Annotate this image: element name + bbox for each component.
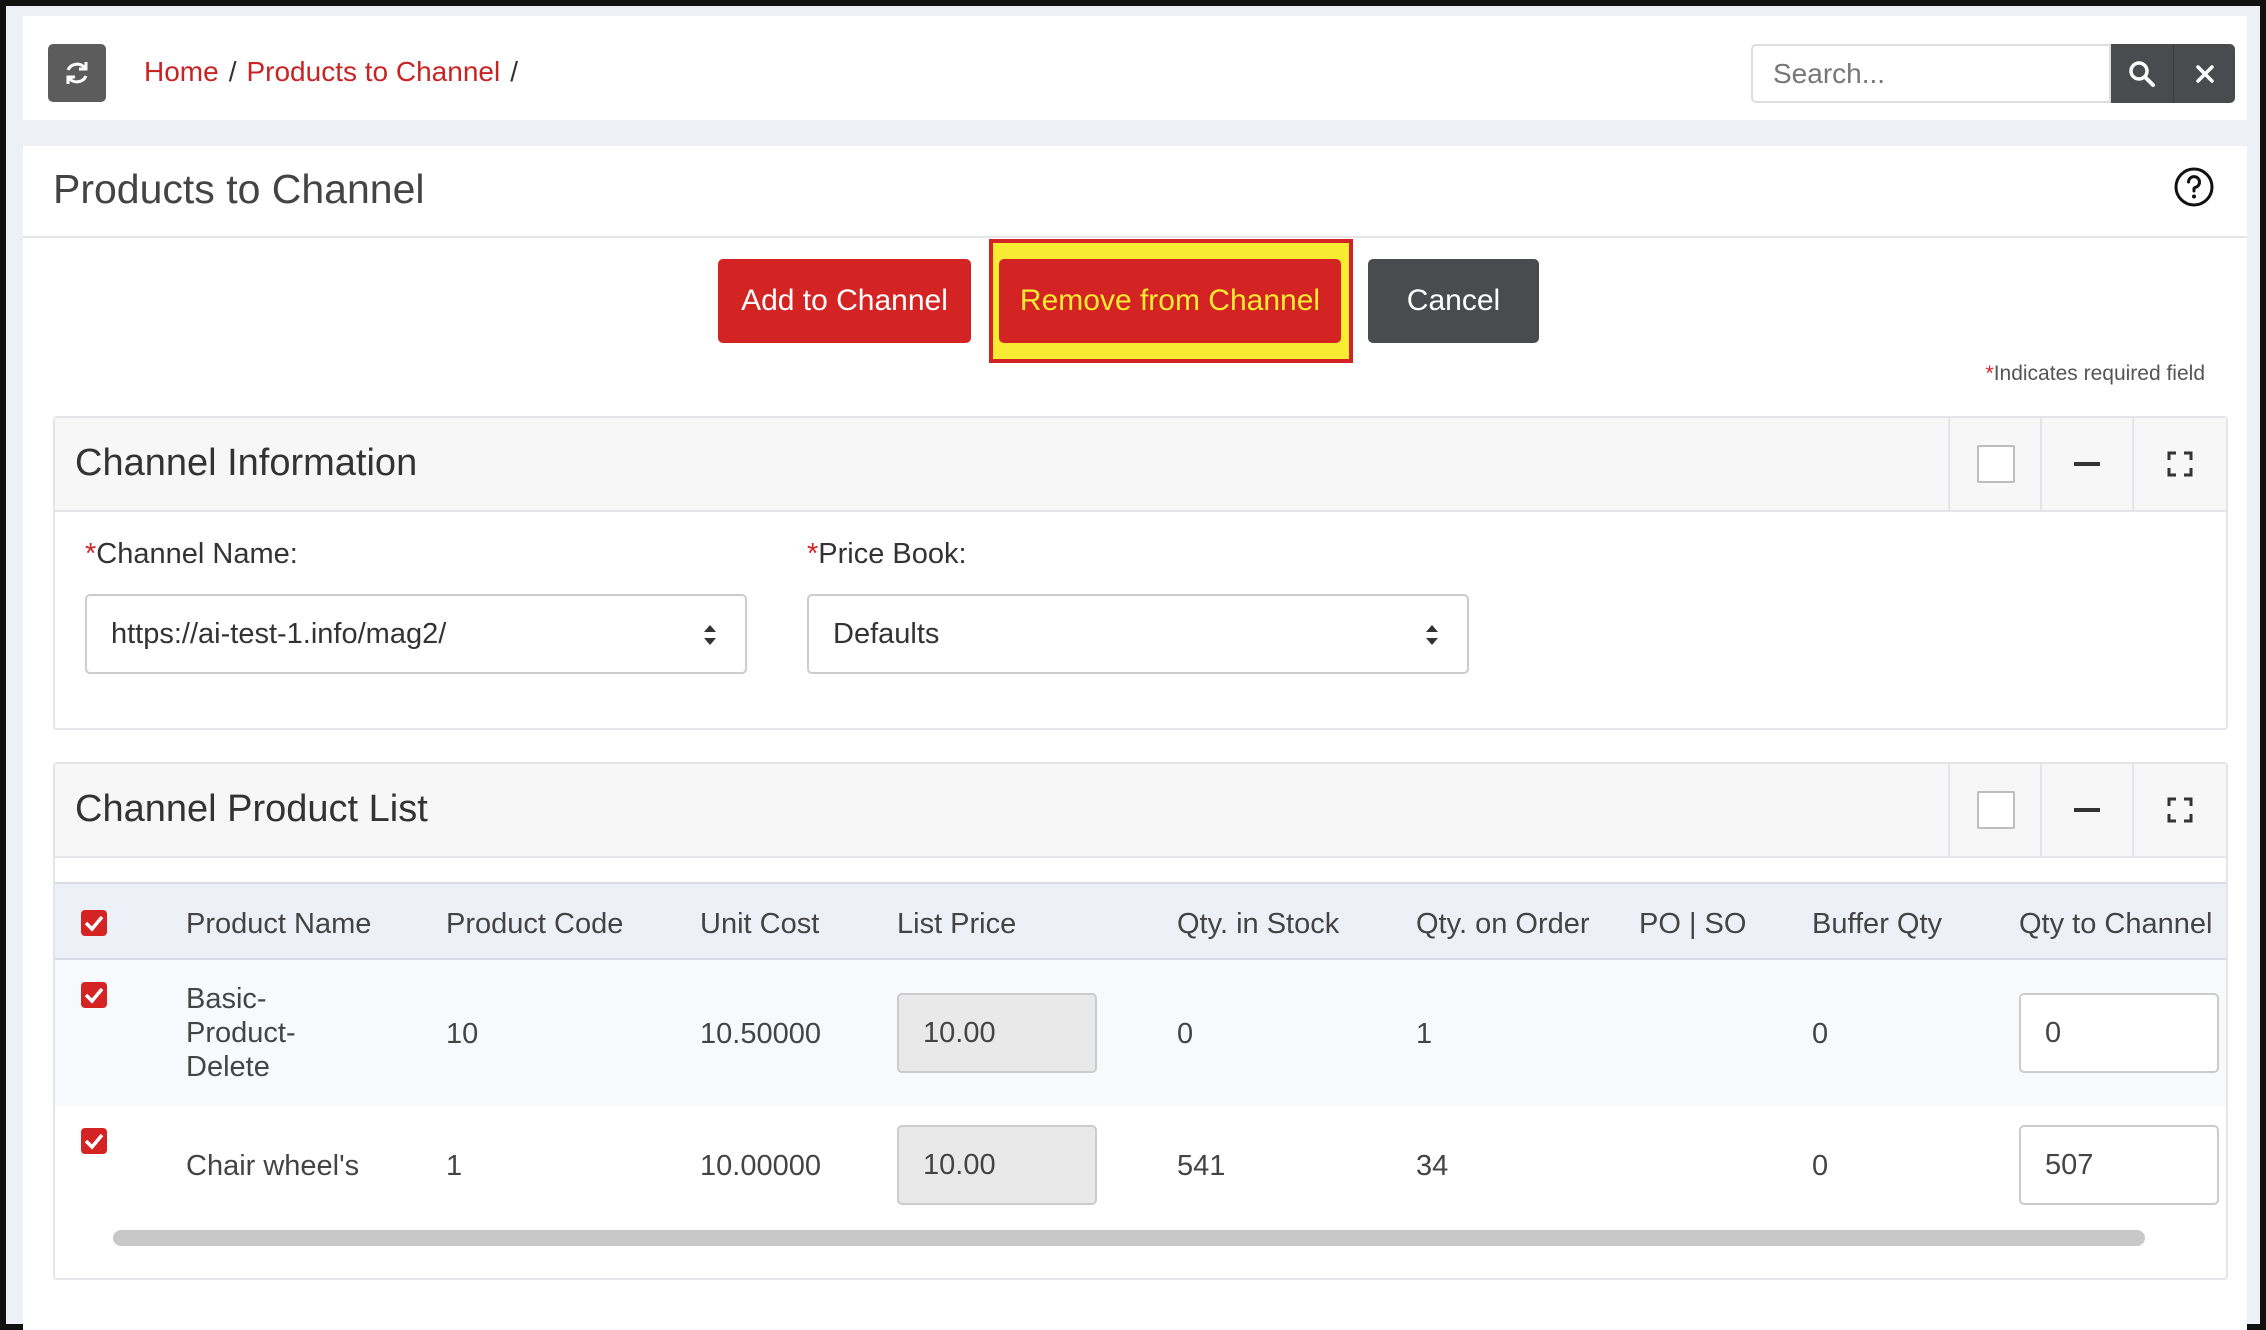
buffer-qty-cell: 0: [1812, 1018, 1829, 1050]
header-unit-cost[interactable]: Unit Cost: [700, 908, 819, 941]
channel-name-label-text: Channel Name:: [96, 538, 298, 570]
header-product-name[interactable]: Product Name: [186, 908, 371, 941]
minimize-icon: [2074, 462, 2100, 466]
required-asterisk: *: [807, 538, 819, 570]
qty-to-channel-input[interactable]: 0: [2019, 993, 2219, 1073]
expand-icon: [2167, 451, 2193, 477]
help-circle-icon[interactable]: [2173, 166, 2215, 208]
main-content: Products to Channel Add to Channel Remov…: [23, 146, 2247, 1330]
channel-name-value: https://ai-test-1.info/mag2/: [111, 617, 447, 650]
minimize-button[interactable]: [2040, 764, 2132, 856]
search-input[interactable]: [1751, 44, 2111, 103]
channel-product-list-panel: Channel Product List Product Name Produc…: [53, 762, 2228, 1280]
qty-in-stock-cell: 0: [1177, 1018, 1194, 1050]
header-po-so[interactable]: PO | SO: [1639, 908, 1746, 941]
required-asterisk: *: [85, 538, 97, 570]
header-list-price[interactable]: List Price: [897, 908, 1016, 941]
sort-caret-icon: [704, 625, 716, 645]
breadcrumb-home[interactable]: Home: [144, 56, 219, 88]
product-name-cell: Chair wheel's: [186, 1150, 360, 1182]
horizontal-scrollbar[interactable]: [113, 1230, 2145, 1246]
refresh-icon: [66, 62, 88, 84]
search-icon: [2129, 61, 2155, 87]
header-qty-in-stock[interactable]: Qty. in Stock: [1177, 908, 1339, 941]
top-bar: Home / Products to Channel /: [23, 16, 2247, 120]
list-price-field: 10.00: [897, 1125, 1097, 1205]
product-table: Product Name Product Code Unit Cost List…: [55, 882, 2226, 1216]
breadcrumb-products-to-channel[interactable]: Products to Channel: [246, 56, 500, 88]
panel-title: Channel Information: [75, 442, 418, 484]
check-icon: [84, 1133, 104, 1150]
minimize-icon: [2074, 808, 2100, 812]
expand-button[interactable]: [2132, 418, 2224, 510]
product-code-cell: 1: [446, 1150, 463, 1182]
panel-title: Channel Product List: [75, 788, 428, 830]
title-divider: [23, 236, 2247, 238]
table-row: Chair wheel's 1 10.00000 10.00 541 34 0 …: [55, 1106, 2226, 1216]
minimize-button[interactable]: [2040, 418, 2132, 510]
breadcrumb-separator: /: [510, 56, 518, 87]
product-name-cell: Basic- Product- Delete: [186, 982, 296, 1084]
panel-header: Channel Product List: [55, 764, 2226, 858]
clear-search-button[interactable]: [2173, 44, 2235, 103]
list-price-field: 10.00: [897, 993, 1097, 1073]
qty-in-stock-cell: 541: [1177, 1150, 1226, 1182]
breadcrumb-separator: /: [228, 56, 237, 87]
product-code-cell: 10: [446, 1018, 479, 1050]
check-icon: [84, 915, 104, 932]
page-title: Products to Channel: [53, 166, 425, 212]
price-book-select[interactable]: Defaults: [807, 594, 1469, 674]
product-name-line: Delete: [186, 1051, 270, 1083]
price-book-label-text: Price Book:: [818, 538, 967, 570]
required-field-note: *Indicates required field: [1986, 362, 2205, 386]
header-qty-to-channel[interactable]: Qty to Channel: [2019, 908, 2212, 941]
header-qty-on-order[interactable]: Qty. on Order: [1416, 908, 1590, 941]
header-buffer-qty[interactable]: Buffer Qty: [1812, 908, 1942, 941]
header-product-code[interactable]: Product Code: [446, 908, 623, 941]
unit-cost-cell: 10.00000: [700, 1150, 821, 1182]
price-book-value: Defaults: [833, 617, 940, 650]
product-name-line: Basic-: [186, 983, 267, 1015]
refresh-button[interactable]: [48, 44, 106, 102]
search-button[interactable]: [2111, 44, 2173, 103]
expand-icon: [2167, 797, 2193, 823]
panel-select-toggle[interactable]: [1948, 418, 2040, 510]
expand-button[interactable]: [2132, 764, 2224, 856]
select-checkbox[interactable]: [1977, 445, 2015, 483]
table-header: Product Name Product Code Unit Cost List…: [55, 882, 2226, 960]
panel-select-toggle[interactable]: [1948, 764, 2040, 856]
close-icon: [2196, 65, 2214, 83]
price-book-label: *Price Book:: [807, 538, 967, 571]
unit-cost-cell: 10.50000: [700, 1018, 821, 1050]
select-all-checkbox[interactable]: [81, 910, 107, 936]
qty-on-order-cell: 34: [1416, 1150, 1449, 1182]
add-to-channel-button[interactable]: Add to Channel: [718, 259, 971, 343]
channel-information-panel: Channel Information *Channel Name: https…: [53, 416, 2228, 730]
required-asterisk: *: [1985, 362, 1994, 385]
qty-to-channel-input[interactable]: 507: [2019, 1125, 2219, 1205]
channel-name-label: *Channel Name:: [85, 538, 298, 571]
check-icon: [84, 987, 104, 1004]
row-checkbox[interactable]: [81, 1128, 107, 1154]
remove-from-channel-button[interactable]: Remove from Channel: [999, 259, 1341, 343]
buffer-qty-cell: 0: [1812, 1150, 1829, 1182]
row-checkbox[interactable]: [81, 982, 107, 1008]
table-row: Basic- Product- Delete 10 10.50000 10.00…: [55, 960, 2226, 1106]
panel-header: Channel Information: [55, 418, 2226, 512]
sort-caret-icon: [1426, 625, 1438, 645]
channel-name-select[interactable]: https://ai-test-1.info/mag2/: [85, 594, 747, 674]
required-note-text: Indicates required field: [1993, 362, 2205, 385]
qty-on-order-cell: 1: [1416, 1018, 1433, 1050]
select-checkbox[interactable]: [1977, 791, 2015, 829]
cancel-button[interactable]: Cancel: [1368, 259, 1539, 343]
product-name-line: Product-: [186, 1017, 296, 1049]
breadcrumb: Home / Products to Channel /: [144, 56, 518, 88]
